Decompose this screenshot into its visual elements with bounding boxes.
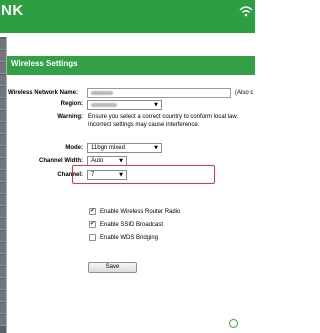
enable-radio-checkbox[interactable]: ✔ bbox=[89, 207, 96, 215]
chevron-down-icon: ▼ bbox=[119, 158, 123, 164]
region-value-redacted bbox=[91, 103, 117, 107]
warning-text-line2: Incorrect settings may cause interferenc… bbox=[88, 122, 200, 128]
enable-radio-label: Enable Wireless Router Radio bbox=[100, 209, 181, 215]
warning-text-line1: Ensure you select a correct country to c… bbox=[88, 114, 239, 120]
enable-ssid-broadcast-label: Enable SSID Broadcast bbox=[100, 222, 164, 228]
save-button[interactable]: Save bbox=[88, 262, 137, 273]
region-label: Region: bbox=[60, 101, 83, 107]
channel-width-value: Auto bbox=[91, 158, 104, 164]
page-title: Wireless Settings bbox=[11, 59, 78, 68]
network-name-input[interactable] bbox=[87, 88, 231, 98]
content-divider bbox=[6, 37, 7, 333]
chevron-down-icon: ▼ bbox=[154, 102, 158, 108]
network-name-hint: (Also c bbox=[235, 90, 254, 96]
wifi-icon bbox=[239, 6, 253, 17]
checkmark-icon: ✔ bbox=[90, 220, 96, 227]
mode-value: 11bgn mixed bbox=[91, 145, 125, 151]
channel-label: Channel: bbox=[57, 172, 83, 178]
banner-gap bbox=[0, 33, 255, 37]
enable-wds-bridging-checkbox[interactable] bbox=[89, 234, 96, 241]
section-header: Wireless Settings bbox=[7, 56, 255, 75]
network-name-value-redacted bbox=[91, 91, 113, 95]
status-circle-icon bbox=[229, 319, 238, 328]
chevron-down-icon: ▼ bbox=[154, 145, 158, 151]
region-select[interactable]: ▼ bbox=[87, 100, 162, 110]
channel-select[interactable]: 7 ▼ bbox=[87, 170, 127, 180]
checkmark-icon: ✔ bbox=[90, 207, 96, 214]
top-banner: NK bbox=[0, 0, 255, 33]
channel-width-label: Channel Width: bbox=[39, 158, 83, 164]
network-name-label: Wireless Network Name: bbox=[8, 90, 78, 96]
enable-ssid-broadcast-checkbox[interactable]: ✔ bbox=[89, 220, 96, 228]
warning-label: Warning: bbox=[57, 114, 83, 120]
brand-logo: NK bbox=[1, 2, 24, 19]
mode-label: Mode: bbox=[65, 145, 83, 151]
channel-value: 7 bbox=[91, 172, 95, 178]
enable-wds-bridging-label: Enable WDS Bridging bbox=[100, 235, 159, 241]
mode-select[interactable]: 11bgn mixed ▼ bbox=[87, 143, 162, 153]
chevron-down-icon: ▼ bbox=[119, 172, 123, 178]
